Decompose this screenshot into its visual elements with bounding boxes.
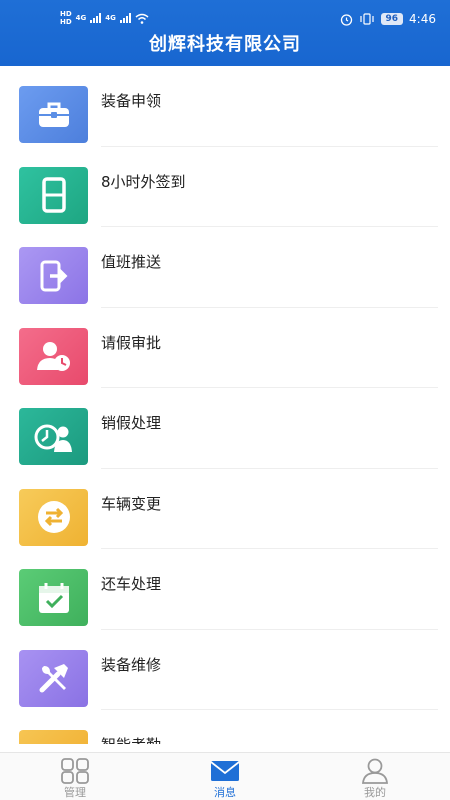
alarm-icon xyxy=(340,13,352,26)
clock-time: 4:46 xyxy=(409,12,436,26)
menu-item-equipment-request[interactable]: 装备申领 xyxy=(0,66,450,147)
tab-messages[interactable]: 消息 xyxy=(150,753,300,800)
menu-item-label: 还车处理 xyxy=(101,575,162,593)
menu-item-after-hours-checkin[interactable]: 8小时外签到 xyxy=(0,147,450,227)
tab-label: 消息 xyxy=(214,786,236,799)
menu-item-label: 8小时外签到 xyxy=(101,172,186,191)
vibrate-icon xyxy=(359,13,374,25)
menu-item-label: 智能考勤 xyxy=(101,734,161,744)
hd-indicator: HD HD xyxy=(60,10,72,26)
hd-label-2: HD xyxy=(60,18,72,26)
menu-item-label: 销假处理 xyxy=(101,414,162,432)
status-bar-right: 96 4:46 xyxy=(340,12,436,26)
user-icon xyxy=(360,757,390,784)
tab-manage[interactable]: 管理 xyxy=(0,753,150,800)
swap-arrows-icon xyxy=(19,488,88,546)
calendar-check-icon xyxy=(19,569,88,626)
bottom-tab-bar: 管理 消息 我的 xyxy=(0,752,450,800)
person-clock-icon xyxy=(19,327,88,385)
digit-eight-icon xyxy=(19,166,88,224)
status-bar-left: HD HD 4G 4G xyxy=(60,10,149,26)
network-label-2: 4G xyxy=(105,14,116,22)
menu-item-smart-attendance[interactable]: 智能考勤 xyxy=(0,710,450,744)
menu-item-vehicle-change[interactable]: 车辆变更 xyxy=(0,469,450,549)
tab-label: 管理 xyxy=(64,786,86,799)
grid-icon xyxy=(60,757,90,784)
menu-item-leave-approval[interactable]: 请假审批 xyxy=(0,308,450,388)
menu-item-equipment-repair[interactable]: 装备维修 xyxy=(0,630,450,710)
menu-item-label: 车辆变更 xyxy=(101,494,162,513)
menu-item-vehicle-return[interactable]: 还车处理 xyxy=(0,549,450,630)
signal-icon xyxy=(90,13,102,23)
clock-person-icon xyxy=(19,408,88,465)
tab-label: 我的 xyxy=(364,786,386,799)
app-header: HD HD 4G 4G 96 4:46 创辉科技有限公司 xyxy=(0,0,450,66)
toolbox-icon xyxy=(19,86,88,143)
hd-label-1: HD xyxy=(60,10,72,18)
phone-push-icon xyxy=(19,247,88,304)
tab-me[interactable]: 我的 xyxy=(300,753,450,800)
menu-item-label: 值班推送 xyxy=(101,253,162,271)
signal-icon xyxy=(119,13,131,23)
page-title: 创辉科技有限公司 xyxy=(149,34,301,55)
tools-icon xyxy=(19,649,88,707)
menu-item-duty-push[interactable]: 值班推送 xyxy=(0,227,450,308)
menu-list: 装备申领 8小时外签到 值班推送 请假审批 销假处理 车辆变更 还车处理 装备维… xyxy=(0,66,450,744)
envelope-icon xyxy=(210,757,240,784)
menu-item-label: 装备维修 xyxy=(101,655,162,674)
battery-indicator: 96 xyxy=(380,13,404,25)
attendance-icon xyxy=(19,730,88,744)
menu-item-label: 请假审批 xyxy=(101,333,162,352)
menu-item-leave-cancellation[interactable]: 销假处理 xyxy=(0,388,450,469)
menu-item-label: 装备申领 xyxy=(101,92,162,110)
wifi-icon xyxy=(135,13,149,24)
network-label-1: 4G xyxy=(75,14,87,22)
